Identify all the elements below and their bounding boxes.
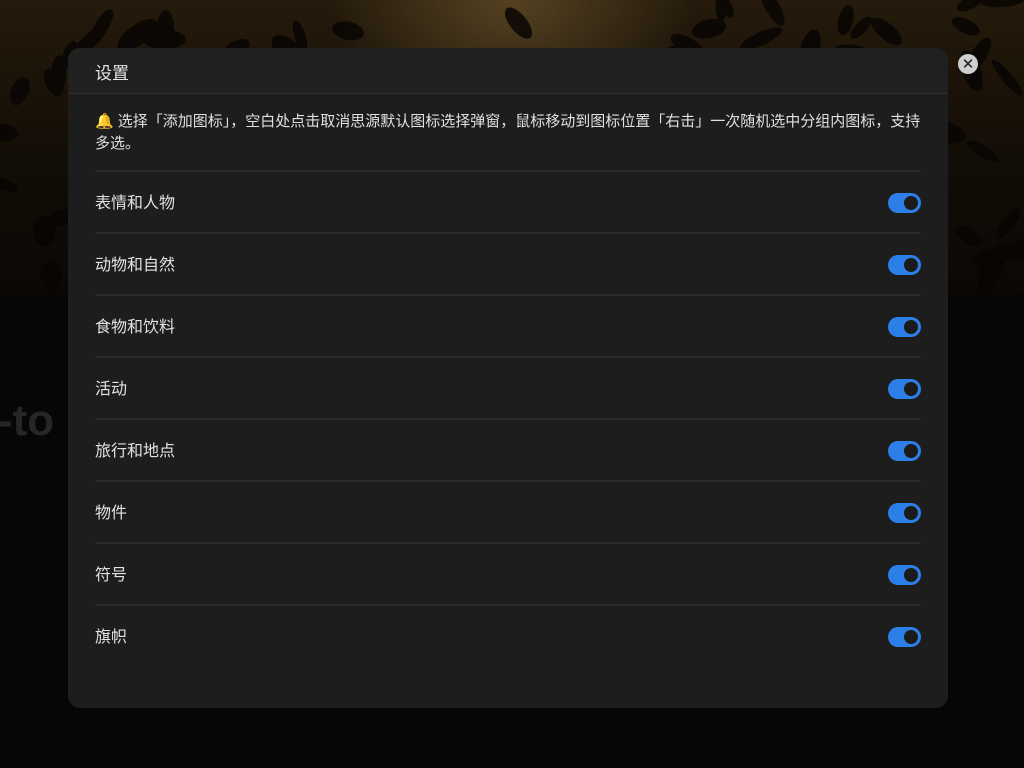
category-row-activities: 活动 bbox=[95, 358, 921, 420]
bell-icon: 🔔 bbox=[95, 112, 114, 130]
category-label: 符号 bbox=[95, 565, 128, 584]
category-label: 表情和人物 bbox=[95, 193, 176, 212]
category-row-animals-nature: 动物和自然 bbox=[95, 234, 921, 296]
category-label: 旗帜 bbox=[95, 627, 128, 646]
dialog-title: 设置 bbox=[68, 48, 948, 94]
close-icon[interactable]: ✕ bbox=[958, 54, 978, 74]
category-row-objects: 物件 bbox=[95, 482, 921, 544]
category-row-flags: 旗帜 bbox=[95, 606, 921, 666]
toggle-switch[interactable] bbox=[888, 255, 921, 275]
tip-text: 选择「添加图标」，空白处点击取消思源默认图标选择弹窗，鼠标移动到图标位置「右击」… bbox=[95, 112, 921, 152]
toggle-knob bbox=[904, 630, 918, 644]
tip-message: 🔔 选择「添加图标」，空白处点击取消思源默认图标选择弹窗，鼠标移动到图标位置「右击… bbox=[95, 110, 921, 172]
toggle-knob bbox=[904, 382, 918, 396]
category-label: 活动 bbox=[95, 379, 128, 398]
toggle-knob bbox=[904, 568, 918, 582]
category-row-travel-places: 旅行和地点 bbox=[95, 420, 921, 482]
toggle-switch[interactable] bbox=[888, 317, 921, 337]
category-label: 动物和自然 bbox=[95, 255, 176, 274]
category-label: 旅行和地点 bbox=[95, 441, 176, 460]
settings-dialog: 设置 🔔 选择「添加图标」，空白处点击取消思源默认图标选择弹窗，鼠标移动到图标位置… bbox=[68, 48, 948, 708]
category-row-smileys-people: 表情和人物 bbox=[95, 172, 921, 234]
toggle-knob bbox=[904, 444, 918, 458]
toggle-switch[interactable] bbox=[888, 627, 921, 647]
toggle-switch[interactable] bbox=[888, 565, 921, 585]
category-row-symbols: 符号 bbox=[95, 544, 921, 606]
toggle-switch[interactable] bbox=[888, 441, 921, 461]
toggle-switch[interactable] bbox=[888, 379, 921, 399]
toggle-knob bbox=[904, 196, 918, 210]
category-label: 物件 bbox=[95, 503, 128, 522]
toggle-knob bbox=[904, 506, 918, 520]
category-list: 表情和人物 动物和自然 食物和饮料 活动 旅行和地点 物件 符号 旗帜 bbox=[95, 172, 921, 666]
toggle-switch[interactable] bbox=[888, 193, 921, 213]
toggle-knob bbox=[904, 320, 918, 334]
category-label: 食物和饮料 bbox=[95, 317, 176, 336]
toggle-knob bbox=[904, 258, 918, 272]
category-row-food-drink: 食物和饮料 bbox=[95, 296, 921, 358]
toggle-switch[interactable] bbox=[888, 503, 921, 523]
